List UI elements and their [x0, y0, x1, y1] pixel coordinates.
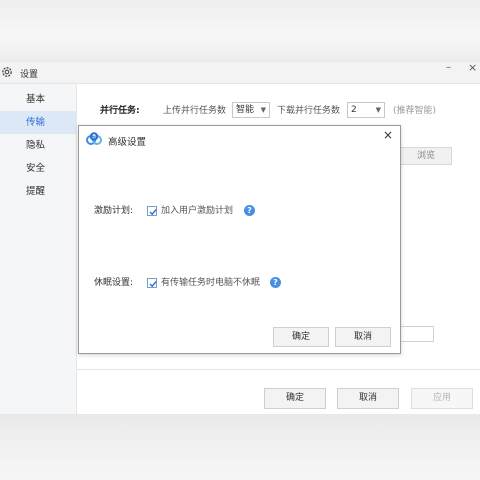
- sidebar-item-basic[interactable]: 基本: [0, 88, 77, 111]
- chevron-down-icon: ▼: [260, 106, 266, 114]
- incentive-plan-label: 激励计划:: [94, 206, 134, 216]
- dialog-cancel-button[interactable]: 取消: [335, 327, 391, 347]
- sidebar: 基本 传输 隐私 安全 提醒: [0, 84, 77, 414]
- sidebar-item-privacy[interactable]: 隐私: [0, 134, 77, 157]
- minimize-icon[interactable]: –: [446, 62, 451, 73]
- advanced-settings-dialog: 高级设置 × 激励计划: 加入用户激励计划 ? 休眠设置: 有传输任务时电脑不休…: [78, 125, 401, 354]
- background-blur-top: [0, 0, 480, 62]
- close-icon[interactable]: ×: [468, 61, 477, 74]
- close-icon[interactable]: ×: [383, 128, 393, 142]
- download-parallel-select[interactable]: 2 ▼: [347, 102, 385, 118]
- dialog-ok-button[interactable]: 确定: [273, 327, 329, 347]
- incentive-plan-row: 激励计划: 加入用户激励计划 ?: [94, 204, 354, 218]
- browse-button[interactable]: 浏览: [400, 147, 452, 165]
- sidebar-item-label: 提醒: [26, 186, 46, 197]
- title-bar[interactable]: 设置 – ×: [0, 61, 480, 84]
- sidebar-item-transfer[interactable]: 传输: [0, 111, 77, 134]
- background-input-field[interactable]: [396, 326, 434, 342]
- upload-parallel-select[interactable]: 智能 ▼: [232, 102, 270, 118]
- sidebar-item-reminder[interactable]: 提醒: [0, 180, 77, 203]
- help-icon[interactable]: ?: [244, 205, 255, 216]
- check-icon: [149, 209, 157, 216]
- incentive-plan-checkbox[interactable]: [147, 206, 157, 216]
- sleep-settings-checkbox[interactable]: [147, 278, 157, 288]
- sidebar-item-label: 基本: [26, 94, 46, 105]
- sidebar-item-label: 隐私: [26, 140, 46, 151]
- sleep-settings-row: 休眠设置: 有传输任务时电脑不休眠 ?: [94, 276, 374, 290]
- gear-icon: [2, 67, 12, 77]
- incentive-plan-text[interactable]: 加入用户激励计划: [161, 204, 233, 218]
- upload-parallel-value: 智能: [236, 105, 255, 115]
- help-icon[interactable]: ?: [270, 277, 281, 288]
- parallel-tasks-label: 并行任务:: [100, 106, 140, 116]
- sidebar-item-security[interactable]: 安全: [0, 157, 77, 180]
- ok-button[interactable]: 确定: [264, 388, 326, 409]
- footer-divider: [77, 369, 480, 370]
- chevron-down-icon: ▼: [375, 106, 381, 114]
- download-parallel-label: 下载并行任务数: [277, 106, 341, 116]
- download-parallel-value: 2: [351, 105, 357, 115]
- upload-parallel-label: 上传并行任务数: [163, 106, 227, 116]
- dialog-title: 高级设置: [108, 137, 147, 148]
- dialog-title-bar[interactable]: 高级设置 ×: [79, 126, 400, 153]
- window-title: 设置: [20, 70, 39, 80]
- apply-button[interactable]: 应用: [411, 388, 473, 409]
- cancel-button[interactable]: 取消: [337, 388, 399, 409]
- sidebar-item-label: 安全: [26, 163, 46, 174]
- sleep-settings-text[interactable]: 有传输任务时电脑不休眠: [161, 276, 260, 290]
- check-icon: [149, 281, 157, 288]
- recommend-hint: (推荐智能): [393, 106, 437, 116]
- sidebar-item-label: 传输: [26, 117, 46, 128]
- background-blur-bottom: [0, 414, 480, 480]
- sleep-settings-label: 休眠设置:: [94, 278, 134, 288]
- cloud-logo-icon: [86, 132, 102, 145]
